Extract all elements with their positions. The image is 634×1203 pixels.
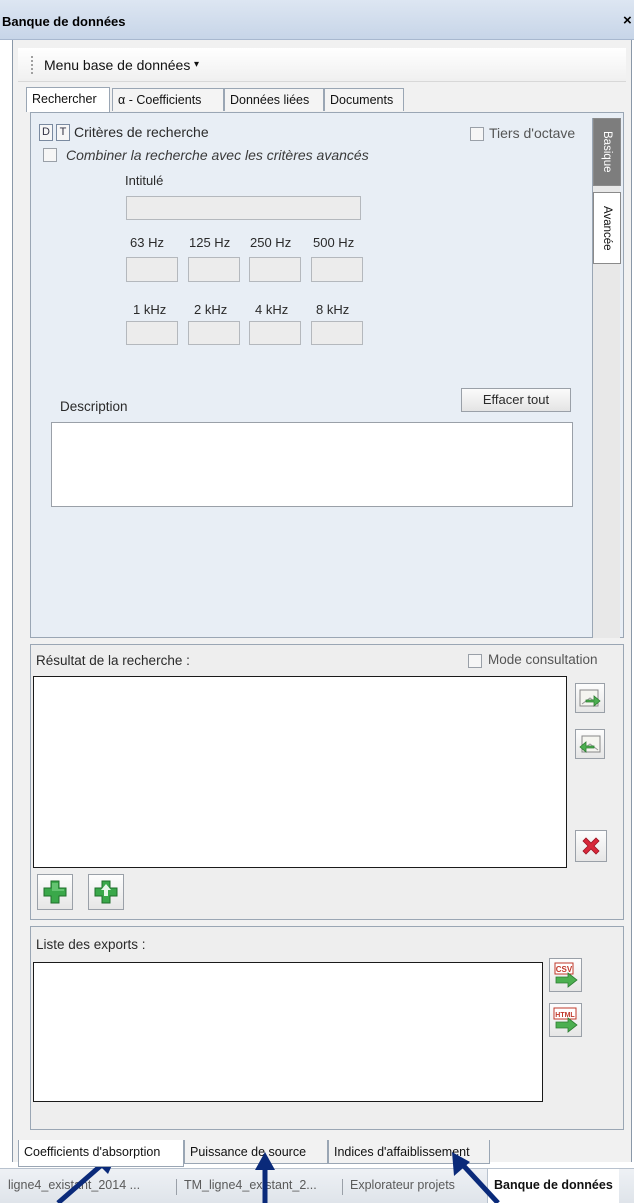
doc-tab-ligne4[interactable]: ligne4_existant_2014 ... xyxy=(8,1178,140,1192)
freq-label-1khz: 1 kHz xyxy=(133,302,167,317)
add-button[interactable] xyxy=(37,874,73,910)
t-toggle-button[interactable]: T xyxy=(56,124,70,141)
tab-avancee[interactable]: Avancée xyxy=(593,192,621,264)
freq-input-500hz[interactable] xyxy=(311,257,363,282)
freq-input-4khz[interactable] xyxy=(249,321,301,345)
freq-input-250hz[interactable] xyxy=(249,257,301,282)
consult-mode-checkbox[interactable] xyxy=(468,654,482,668)
doc-tab-tm-ligne4[interactable]: TM_ligne4_existant_2... xyxy=(184,1178,317,1192)
tab-basique-label: Basique xyxy=(601,131,613,173)
html-export-icon: HTML xyxy=(553,1007,578,1033)
add-green-icon xyxy=(43,880,67,904)
panel-title: Banque de données xyxy=(2,14,126,29)
freq-label-2khz: 2 kHz xyxy=(194,302,228,317)
title-input-field[interactable] xyxy=(127,197,360,219)
export-html-button[interactable]: HTML xyxy=(549,1003,582,1037)
export-right-icon xyxy=(579,689,601,707)
freq-label-125hz: 125 Hz xyxy=(189,235,231,250)
doc-tab-banque[interactable]: Banque de données xyxy=(487,1169,619,1203)
freq-label-63hz: 63 Hz xyxy=(130,235,164,250)
tab-puissance-source[interactable]: Puissance de source xyxy=(184,1140,328,1164)
close-icon[interactable]: × xyxy=(623,12,632,29)
third-octave-label: Tiers d'octave xyxy=(489,125,576,141)
tab-documents[interactable]: Documents xyxy=(324,88,404,111)
title-label: Intitulé xyxy=(125,173,164,188)
chevron-down-icon[interactable]: ▾ xyxy=(194,59,199,70)
csv-badge: CSV xyxy=(555,965,572,974)
freq-label-8khz: 8 kHz xyxy=(316,302,350,317)
tab-indices-affaiblissement[interactable]: Indices d'affaiblissement xyxy=(328,1140,490,1164)
combine-label: Combiner la recherche avec les critères … xyxy=(66,147,369,163)
add-up-button[interactable] xyxy=(88,874,124,910)
add-up-green-icon xyxy=(94,880,118,904)
description-label: Description xyxy=(60,399,128,414)
description-input[interactable] xyxy=(51,422,573,507)
tab-donnees-liees[interactable]: Données liées xyxy=(224,88,324,111)
freq-label-250hz: 250 Hz xyxy=(250,235,292,250)
freq-input-1khz[interactable] xyxy=(126,321,178,345)
tab-coefficients-absorption[interactable]: Coefficients d'absorption xyxy=(18,1140,184,1167)
exports-label: Liste des exports : xyxy=(36,937,146,952)
panel-titlebar: Banque de données × xyxy=(0,0,634,40)
export-csv-button[interactable]: CSV xyxy=(549,958,582,992)
tab-basique[interactable]: Basique xyxy=(593,118,621,186)
results-list[interactable] xyxy=(33,676,567,868)
freq-input-125hz[interactable] xyxy=(188,257,240,282)
document-tab-bar: ligne4_existant_2014 ... TM_ligne4_exist… xyxy=(0,1168,634,1203)
import-left-icon xyxy=(579,735,601,753)
results-label: Résultat de la recherche : xyxy=(36,653,190,668)
criteria-label: Critères de recherche xyxy=(74,124,209,140)
exports-list[interactable] xyxy=(33,962,543,1102)
database-menu[interactable]: Menu base de données xyxy=(44,57,190,73)
freq-label-500hz: 500 Hz xyxy=(313,235,355,250)
consult-mode-label: Mode consultation xyxy=(488,652,598,667)
export-right-button[interactable] xyxy=(575,683,605,713)
freq-input-2khz[interactable] xyxy=(188,321,240,345)
freq-label-4khz: 4 kHz xyxy=(255,302,289,317)
side-tabs: Basique Avancée xyxy=(592,118,621,638)
doc-tab-separator xyxy=(342,1179,343,1195)
delete-icon xyxy=(582,837,600,855)
combine-checkbox[interactable] xyxy=(43,148,57,162)
tab-rechercher[interactable]: Rechercher xyxy=(26,87,110,112)
clear-all-button[interactable]: Effacer tout xyxy=(461,388,571,412)
third-octave-checkbox[interactable] xyxy=(470,127,484,141)
tab-coefficients[interactable]: α - Coefficients xyxy=(112,88,224,111)
doc-tab-explorateur[interactable]: Explorateur projets xyxy=(350,1178,455,1192)
doc-tab-separator xyxy=(176,1179,177,1195)
html-badge: HTML xyxy=(555,1012,575,1019)
search-panel xyxy=(30,112,624,638)
freq-input-63hz[interactable] xyxy=(126,257,178,282)
csv-export-icon: CSV xyxy=(554,962,578,988)
import-left-button[interactable] xyxy=(575,729,605,759)
d-toggle-button[interactable]: D xyxy=(39,124,53,141)
freq-input-8khz[interactable] xyxy=(311,321,363,345)
title-input[interactable] xyxy=(126,196,361,220)
menu-bar: Menu base de données ▾ xyxy=(18,48,626,82)
grip-icon xyxy=(31,56,33,74)
delete-button[interactable] xyxy=(575,830,607,862)
tab-avancee-label: Avancée xyxy=(601,205,613,251)
